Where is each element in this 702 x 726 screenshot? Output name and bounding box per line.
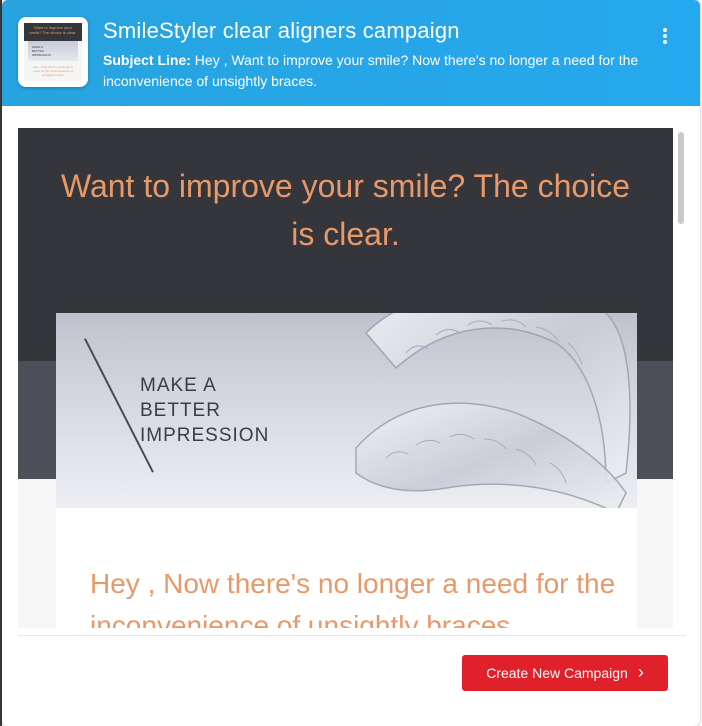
thumbnail-body: Hey , Now there's no longer a need for t… xyxy=(33,65,73,77)
campaign-title: SmileStyler clear aligners campaign xyxy=(103,18,460,43)
preview-scrollbar[interactable] xyxy=(675,128,687,628)
create-new-campaign-button[interactable]: Create New Campaign › xyxy=(462,655,668,691)
email-preview[interactable]: Want to improve your smile? The choice i… xyxy=(18,128,673,628)
banner-line-3: IMPRESSION xyxy=(140,425,270,446)
banner-tagline: MAKE A BETTER IMPRESSION xyxy=(140,373,269,448)
thumbnail-email: Want to improve your smile? The choice i… xyxy=(24,23,82,81)
banner-line-2: BETTER xyxy=(140,400,221,421)
thumbnail-headline: Want to improve your smile? The choice i… xyxy=(29,25,77,35)
thumbnail-banner-text: MAKE A BETTER IMPRESSION xyxy=(32,45,51,57)
clear-aligners-illustration xyxy=(355,313,631,508)
thumbnail-banner: MAKE A BETTER IMPRESSION xyxy=(28,41,78,61)
email-body-text: Hey , Now there's no longer a need for t… xyxy=(90,568,616,628)
scrollbar-thumb[interactable] xyxy=(678,132,684,224)
email-content-card: MAKE A BETTER IMPRESSION Hey , Now there… xyxy=(56,313,637,628)
email-headline: Want to improve your smile? The choice i… xyxy=(60,168,631,252)
subject-line: Subject Line: Hey , Want to improve your… xyxy=(103,50,663,92)
email-banner-image: MAKE A BETTER IMPRESSION xyxy=(56,313,637,508)
campaign-thumbnail: Want to improve your smile? The choice i… xyxy=(18,17,88,87)
footer-divider xyxy=(18,635,686,636)
modal-header: Want to improve your smile? The choice i… xyxy=(2,0,700,106)
thumbnail-header: Want to improve your smile? The choice i… xyxy=(24,23,82,41)
banner-line-1: MAKE A xyxy=(140,375,217,396)
campaign-preview-modal: Want to improve your smile? The choice i… xyxy=(2,0,700,726)
subject-line-label: Subject Line: xyxy=(103,52,191,68)
kebab-menu-icon[interactable] xyxy=(658,25,672,47)
create-new-campaign-label: Create New Campaign xyxy=(486,665,628,681)
chevron-right-icon: › xyxy=(637,662,644,682)
